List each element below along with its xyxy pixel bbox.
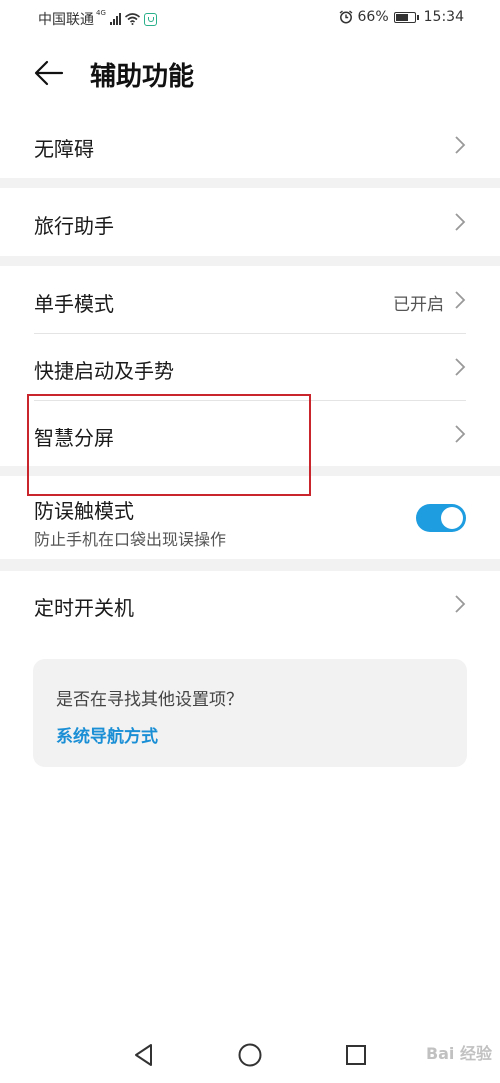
list-item-label: 无障碍 [34, 137, 94, 161]
list-item-smart-split-screen[interactable]: 智慧分屏 [0, 401, 500, 466]
clock: 15:34 [423, 9, 464, 25]
list-item-label: 定时开关机 [34, 596, 134, 620]
list-item-description: 防止手机在口袋出现误操作 [34, 530, 227, 549]
chevron-right-icon [455, 213, 466, 231]
chevron-right-icon [455, 358, 466, 376]
group-separator [0, 256, 500, 266]
alarm-icon [339, 10, 352, 24]
app-header: 辅助功能 [0, 40, 500, 110]
chevron-right-icon [455, 291, 466, 309]
toggle-knob [441, 507, 463, 529]
network-tag: 4G [96, 9, 106, 17]
group-separator [0, 466, 500, 476]
list-item-label: 旅行助手 [34, 214, 114, 238]
list-item-pocket-mode: 防误触模式 防止手机在口袋出现误操作 [0, 476, 500, 559]
battery-percent: 66% [357, 9, 389, 25]
list-item-label: 快捷启动及手势 [34, 359, 174, 383]
list-item-label: 单手模式 [34, 292, 114, 316]
nav-recents-icon[interactable] [343, 1042, 369, 1068]
list-item-travel-assistant[interactable]: 旅行助手 [0, 188, 500, 256]
one-hand-mode-status: 已开启 [393, 295, 444, 315]
list-item-accessibility[interactable]: 无障碍 [0, 112, 500, 178]
app-notification-icon [143, 12, 157, 26]
system-navigation-link[interactable]: 系统导航方式 [56, 722, 158, 747]
group-separator [0, 178, 500, 188]
signal-icon [109, 13, 121, 25]
suggestion-question: 是否在寻找其他设置项？ [56, 690, 243, 710]
list-item-shortcuts-gestures[interactable]: 快捷启动及手势 [0, 334, 500, 400]
nav-home-icon[interactable] [237, 1042, 263, 1068]
arrow-left-icon[interactable] [34, 60, 64, 86]
page-title: 辅助功能 [90, 62, 195, 92]
chevron-right-icon [455, 136, 466, 154]
carrier-label: 中国联通 [38, 12, 94, 28]
suggestion-card: 是否在寻找其他设置项？ 系统导航方式 [33, 659, 467, 767]
watermark-logo: Bai 经验 [425, 1044, 492, 1063]
pocket-mode-toggle[interactable] [416, 504, 466, 532]
list-item-one-hand-mode[interactable]: 单手模式 已开启 [0, 266, 500, 333]
status-right: 66% 15:34 [339, 9, 464, 25]
list-item-label: 智慧分屏 [34, 426, 114, 450]
group-separator [0, 559, 500, 571]
chevron-right-icon [455, 595, 466, 613]
list-item-label: 防误触模式 [34, 499, 134, 523]
nav-back-icon[interactable] [131, 1042, 157, 1068]
chevron-right-icon [455, 425, 466, 443]
wifi-icon [124, 13, 140, 25]
status-bar: 中国联通 4G 66% 15:34 [0, 0, 500, 36]
battery-icon [393, 11, 419, 23]
status-left: 中国联通 4G [38, 9, 157, 29]
list-item-scheduled-power[interactable]: 定时开关机 [0, 571, 500, 639]
